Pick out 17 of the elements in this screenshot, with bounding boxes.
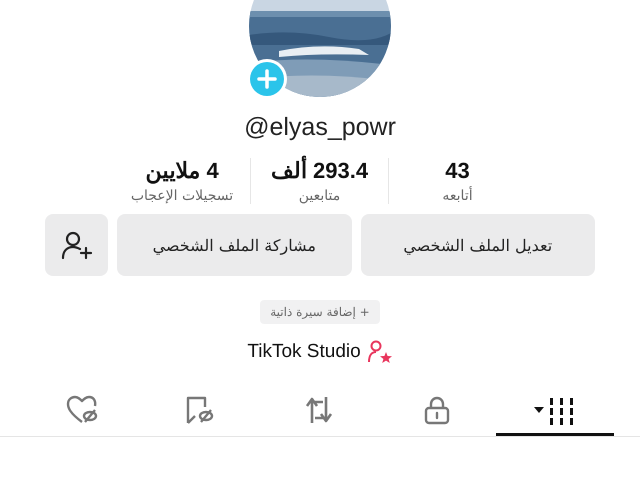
add-friend-button[interactable]: [45, 214, 108, 276]
hidden-heart-icon: [66, 394, 100, 424]
stat-value: 293.4 ألف: [270, 158, 368, 184]
add-bio-button[interactable]: + إضافة سيرة ذاتية: [260, 300, 380, 324]
profile-button[interactable]: مشاركة الملف الشخصي: [117, 214, 352, 276]
person-star-icon: [366, 340, 393, 364]
username: @elyas_powr: [244, 113, 396, 142]
repost-icon: [303, 394, 335, 424]
stat-label: تسجيلات الإعجاب: [130, 188, 234, 204]
stat-value: 4 ملايين: [145, 158, 219, 184]
stat-value: 43: [445, 158, 470, 184]
studio-link[interactable]: TikTok Studio: [247, 341, 361, 363]
lock-icon: [424, 394, 450, 424]
add-person-icon: [60, 230, 92, 260]
profile-button[interactable]: تعديل الملف الشخصي: [360, 214, 595, 276]
stat-label: أتابعه: [442, 188, 473, 204]
stat-label: متابعين: [298, 188, 340, 204]
